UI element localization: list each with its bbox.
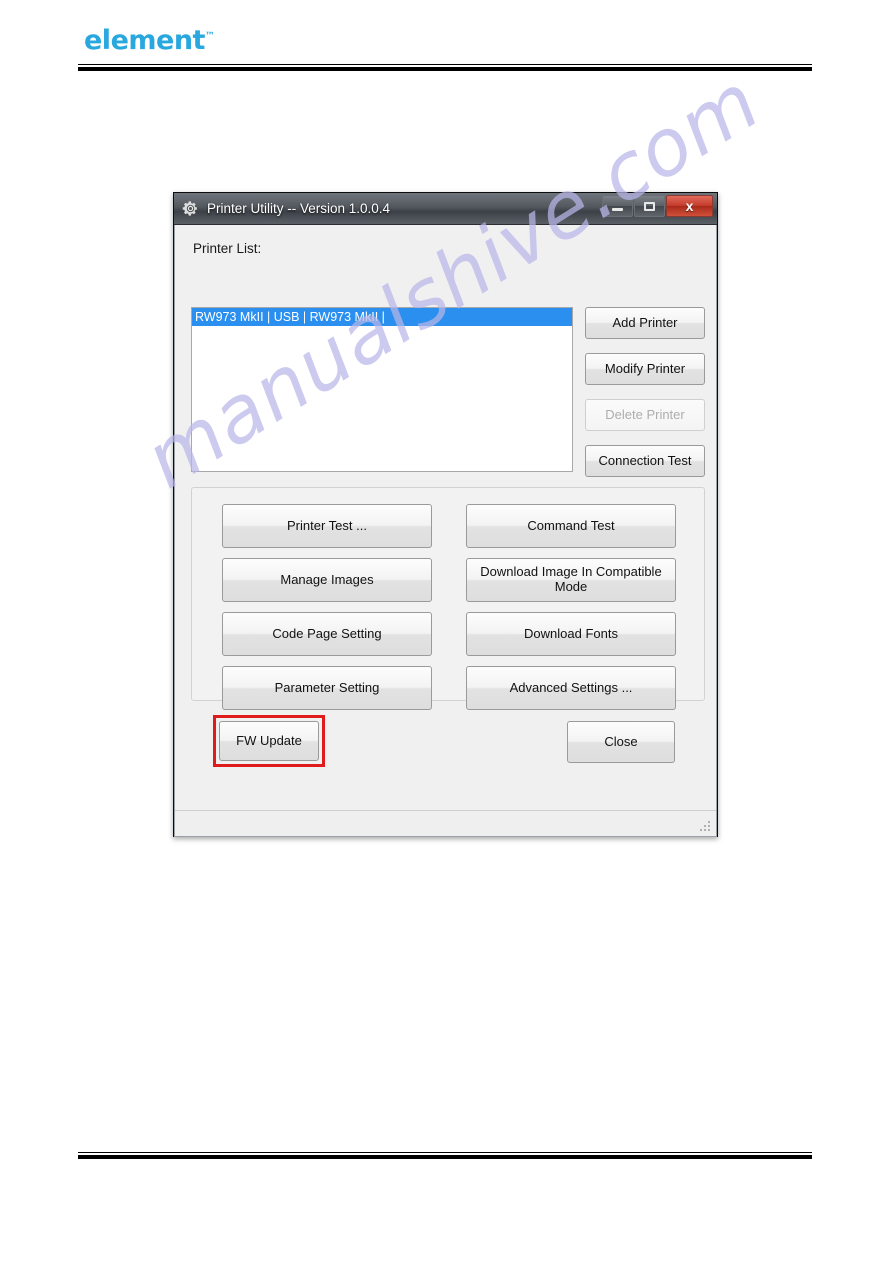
maximize-button[interactable]	[634, 195, 665, 217]
modify-printer-button[interactable]: Modify Printer	[585, 353, 705, 385]
add-printer-button[interactable]: Add Printer	[585, 307, 705, 339]
minimize-icon	[612, 207, 623, 211]
printer-utility-window: Printer Utility -- Version 1.0.0.4 x Pri…	[173, 192, 718, 837]
window-body: Printer List: RW973 MkII | USB | RW973 M…	[174, 225, 717, 837]
printer-list-label: Printer List:	[193, 241, 262, 256]
header-rule-thin	[78, 64, 812, 65]
list-item[interactable]: RW973 MkII | USB | RW973 MkII |	[192, 308, 572, 326]
brand-logo: element™	[84, 25, 215, 56]
window-controls: x	[602, 195, 713, 217]
gear-icon	[182, 201, 197, 216]
header-rule-thick	[78, 67, 812, 71]
trademark-symbol: ™	[204, 31, 215, 42]
footer-rule-thick	[78, 1155, 812, 1159]
delete-printer-button: Delete Printer	[585, 399, 705, 431]
minimize-button[interactable]	[602, 195, 633, 217]
download-image-compatible-mode-button[interactable]: Download Image In Compatible Mode	[466, 558, 676, 602]
connection-test-button[interactable]: Connection Test	[585, 445, 705, 477]
page-header: element™	[0, 0, 893, 90]
footer-rule-thin	[78, 1152, 812, 1153]
manage-images-button[interactable]: Manage Images	[222, 558, 432, 602]
maximize-icon	[644, 201, 655, 211]
close-icon: x	[685, 198, 694, 214]
parameter-setting-button[interactable]: Parameter Setting	[222, 666, 432, 710]
actions-group-panel: Printer Test ... Command Test Manage Ima…	[191, 487, 705, 710]
actions-grid: Printer Test ... Command Test Manage Ima…	[222, 504, 676, 710]
printer-list[interactable]: RW973 MkII | USB | RW973 MkII |	[191, 307, 573, 472]
window-title: Printer Utility -- Version 1.0.0.4	[207, 201, 391, 216]
title-bar[interactable]: Printer Utility -- Version 1.0.0.4 x	[174, 193, 717, 225]
fw-update-button[interactable]: FW Update	[219, 721, 319, 761]
brand-logo-text: element	[84, 25, 205, 56]
resize-grip[interactable]	[700, 821, 712, 833]
printer-test-button[interactable]: Printer Test ...	[222, 504, 432, 548]
close-window-button[interactable]: x	[666, 195, 713, 217]
close-button[interactable]: Close	[567, 721, 675, 763]
command-test-button[interactable]: Command Test	[466, 504, 676, 548]
printer-list-actions: Add Printer Modify Printer Delete Printe…	[585, 307, 705, 477]
advanced-settings-button[interactable]: Advanced Settings ...	[466, 666, 676, 710]
status-bar	[175, 810, 716, 836]
code-page-setting-button[interactable]: Code Page Setting	[222, 612, 432, 656]
download-fonts-button[interactable]: Download Fonts	[466, 612, 676, 656]
